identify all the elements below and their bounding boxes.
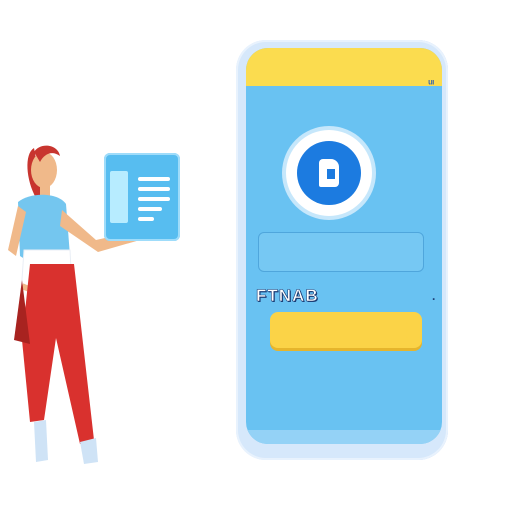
card-image-strip: [110, 171, 128, 223]
document-card-icon: [104, 153, 180, 241]
primary-button[interactable]: [270, 312, 422, 348]
button-segment[interactable]: [406, 316, 420, 324]
card-line: [138, 207, 162, 211]
card-line: [138, 217, 154, 221]
pants: [22, 264, 94, 444]
card-line: [138, 197, 170, 201]
top-bar: [246, 48, 442, 86]
phone-screen: ᵘᶦ FTNAB ·: [246, 48, 442, 444]
head: [31, 152, 57, 188]
card-line: [138, 177, 170, 181]
login-input[interactable]: [258, 232, 424, 272]
status-dot: ·: [432, 292, 436, 306]
top-bar-glyph: ᵘᶦ: [428, 78, 434, 90]
app-label: FTNAB: [256, 286, 319, 306]
app-logo-icon: [286, 130, 372, 216]
bottom-band: [246, 430, 442, 444]
button-segment[interactable]: [406, 330, 420, 338]
card-line: [138, 187, 170, 191]
